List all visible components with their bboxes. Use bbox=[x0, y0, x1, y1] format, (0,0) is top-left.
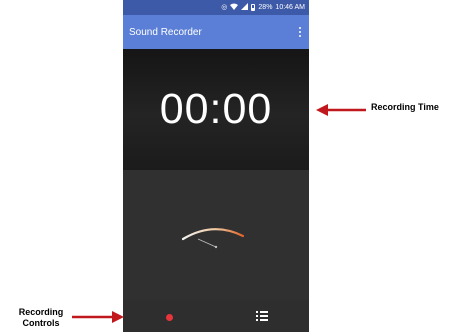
annotated-screenshot: ◎ 28% 10:46 AM Sound Recorder 00:00 Reco… bbox=[0, 0, 463, 332]
recordings-list-icon[interactable] bbox=[255, 310, 269, 322]
battery-percent: 28% bbox=[258, 4, 273, 11]
phone-screen: ◎ 28% 10:46 AM Sound Recorder 00:00 bbox=[123, 0, 309, 332]
timer-panel: 00:00 bbox=[123, 49, 309, 170]
annotation-recording-time: Recording Time bbox=[371, 102, 439, 112]
recording-controls bbox=[123, 300, 309, 332]
status-bar: ◎ 28% 10:46 AM bbox=[123, 0, 309, 15]
status-time: 10:46 AM bbox=[275, 4, 305, 11]
arrow-right-icon bbox=[72, 311, 124, 323]
signal-icon bbox=[241, 3, 249, 12]
alarm-icon: ◎ bbox=[221, 4, 228, 11]
battery-icon bbox=[251, 4, 256, 11]
level-meter-icon bbox=[181, 228, 245, 249]
record-button[interactable] bbox=[161, 309, 177, 325]
annotation-controls-line1: Recording bbox=[18, 307, 64, 317]
arrow-left-icon bbox=[316, 104, 366, 116]
annotation-controls-line2: Controls bbox=[22, 318, 60, 328]
app-title: Sound Recorder bbox=[129, 26, 202, 38]
visualizer-panel bbox=[123, 170, 309, 300]
record-icon bbox=[165, 313, 173, 321]
annotation-recording-controls: Recording Controls bbox=[7, 307, 75, 329]
app-bar: Sound Recorder bbox=[123, 15, 309, 49]
recording-timer: 00:00 bbox=[159, 85, 273, 133]
wifi-icon bbox=[230, 3, 239, 12]
overflow-menu-icon[interactable] bbox=[294, 22, 306, 42]
